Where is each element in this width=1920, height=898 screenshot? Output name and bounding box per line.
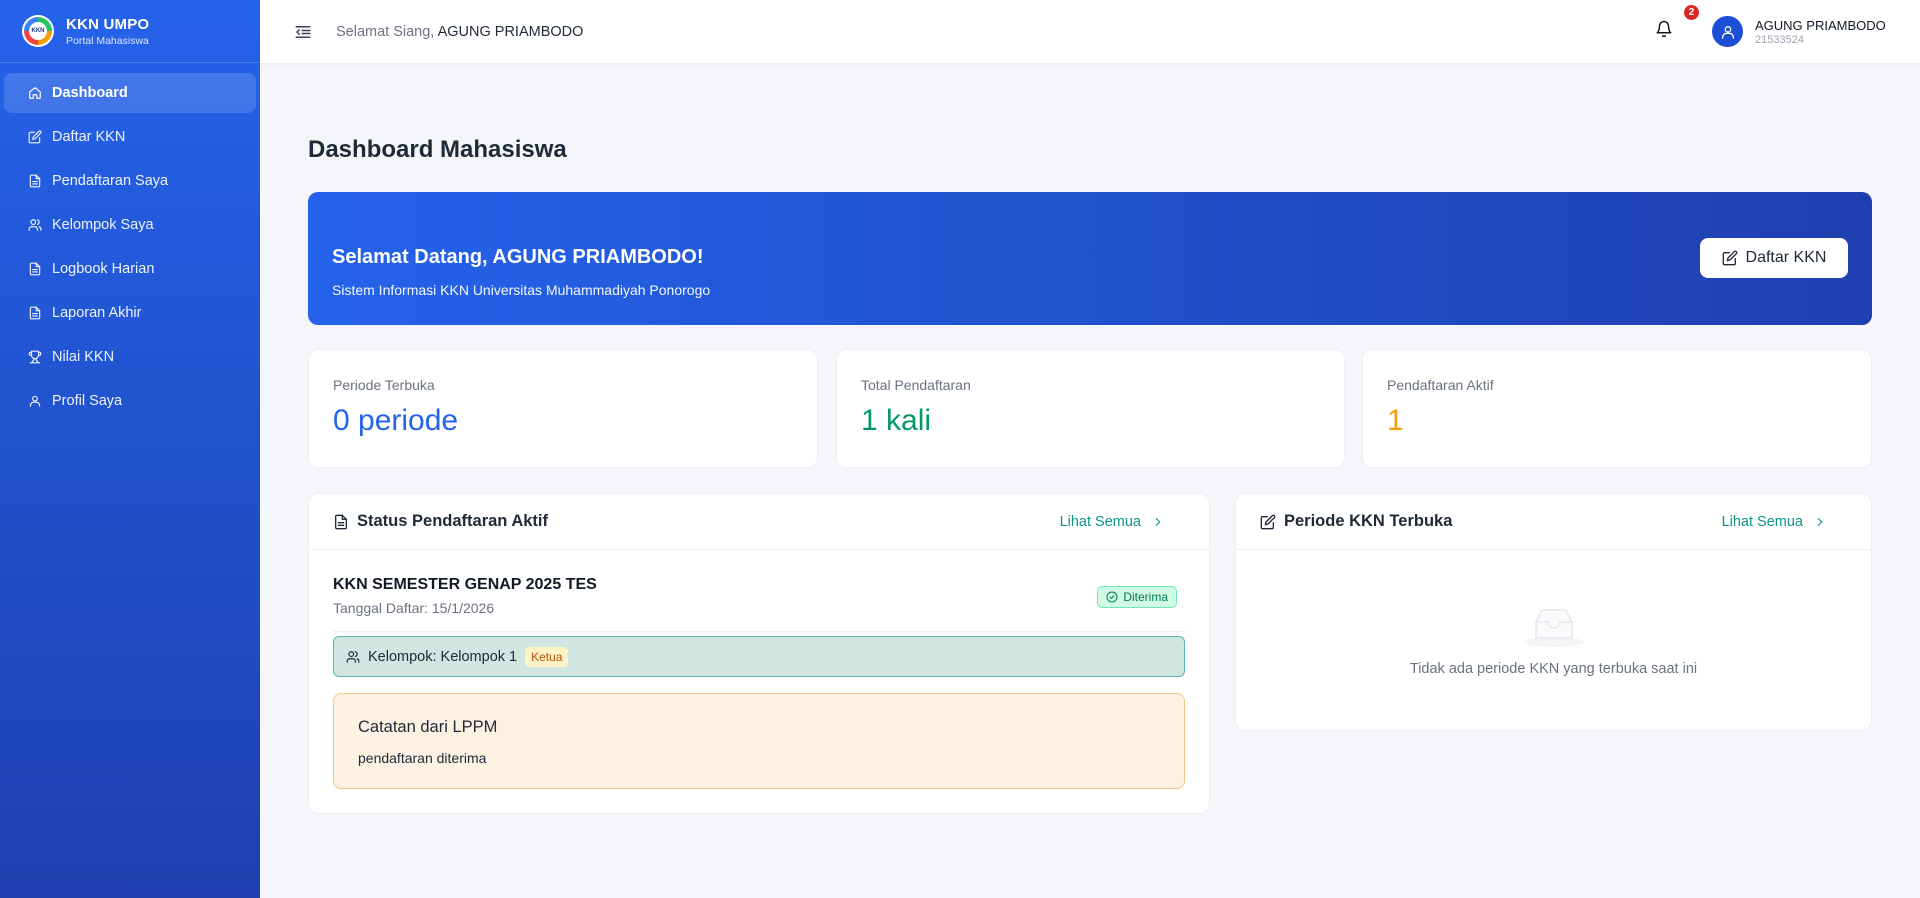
- stat-unit: periode: [358, 404, 459, 437]
- sidebar-item-label: Profil Saya: [52, 393, 123, 409]
- home-icon: [29, 87, 41, 99]
- sidebar-item-label: Daftar KKN: [52, 129, 126, 145]
- stat-label: Total Pendaftaran: [861, 377, 971, 393]
- sidebar-item-logbook-harian[interactable]: Logbook Harian: [4, 249, 256, 289]
- sidebar-item-profil-saya[interactable]: Profil Saya: [4, 381, 256, 421]
- stat-value: 1: [1387, 404, 1404, 438]
- brand-logo-text: KKN: [29, 22, 47, 40]
- brand: KKN KKN UMPO Portal Mahasiswa: [0, 0, 260, 63]
- status-pendaftaran-card: Status Pendaftaran Aktif Lihat Semua KKN…: [308, 493, 1210, 814]
- stat-label: Pendaftaran Aktif: [1387, 377, 1494, 393]
- sidebar-item-label: Nilai KKN: [52, 349, 115, 365]
- users-icon: [28, 219, 42, 231]
- brand-title: KKN UMPO: [66, 15, 150, 33]
- status-badge: Diterima: [1097, 586, 1177, 608]
- sidebar-item-label: Dashboard: [52, 85, 128, 101]
- sidebar-item-label: Pendaftaran Saya: [52, 173, 169, 189]
- stat-number: 1: [861, 404, 878, 437]
- role-tag: Ketua: [525, 646, 569, 667]
- sidebar-item-kelompok-saya[interactable]: Kelompok Saya: [4, 205, 256, 245]
- group-info: Kelompok: Kelompok 1 Ketua: [333, 636, 1185, 677]
- note-title: Catatan dari LPPM: [358, 718, 498, 736]
- chevron-right-icon: [1817, 517, 1823, 527]
- sidebar-item-label: Kelompok Saya: [52, 217, 154, 233]
- user-id: 21533524: [1755, 33, 1804, 46]
- avatar: [1712, 16, 1743, 47]
- registration-date: Tanggal Daftar: 15/1/2026: [333, 600, 495, 616]
- stat-value: 0 periode: [333, 404, 458, 438]
- bell-icon: [1656, 20, 1672, 38]
- see-all-label: Lihat Semua: [1059, 514, 1141, 530]
- card-title: Status Pendaftaran Aktif: [357, 512, 549, 530]
- notification-button[interactable]: [1655, 20, 1677, 42]
- sidebar-item-label: Laporan Akhir: [52, 305, 142, 321]
- stat-card-periode-terbuka: Periode Terbuka 0 periode: [308, 349, 818, 468]
- menu-collapse-icon: [295, 25, 311, 38]
- brand-subtitle: Portal Mahasiswa: [66, 34, 149, 47]
- user-menu[interactable]: AGUNG PRIAMBODO 21533524: [1712, 16, 1886, 47]
- chevron-right-icon: [1155, 517, 1161, 527]
- trophy-icon: [28, 350, 42, 364]
- greeting-name: AGUNG PRIAMBODO: [437, 23, 584, 40]
- user-name: AGUNG PRIAMBODO: [1755, 17, 1886, 33]
- empty-text: Tidak ada periode KKN yang terbuka saat …: [1409, 661, 1698, 677]
- periode-kkn-card: Periode KKN Terbuka Lihat Semua Tidak ad…: [1235, 493, 1872, 731]
- empty-state: Tidak ada periode KKN yang terbuka saat …: [1236, 604, 1871, 677]
- stat-value: 1 kali: [861, 404, 931, 438]
- see-all-label: Lihat Semua: [1721, 514, 1803, 530]
- document-icon: [29, 174, 41, 188]
- sidebar-item-dashboard[interactable]: Dashboard: [4, 73, 256, 113]
- daftar-kkn-button-label: Daftar KKN: [1745, 249, 1827, 266]
- card-title: Periode KKN Terbuka: [1284, 512, 1453, 530]
- welcome-title: Selamat Datang, AGUNG PRIAMBODO!: [332, 246, 704, 268]
- see-all-status-link[interactable]: Lihat Semua: [1060, 514, 1165, 530]
- brand-logo: KKN: [22, 15, 54, 47]
- sidebar-nav: Dashboard Daftar KKN Pendaftaran Saya Ke…: [0, 63, 260, 435]
- welcome-subtitle: Sistem Informasi KKN Universitas Muhamma…: [332, 282, 711, 298]
- stat-unit: kali: [886, 404, 932, 437]
- document-icon: [29, 262, 41, 276]
- sidebar: KKN KKN UMPO Portal Mahasiswa Dashboard …: [0, 0, 260, 898]
- page-title: Dashboard Mahasiswa: [308, 136, 567, 163]
- daftar-kkn-button[interactable]: Daftar KKN: [1700, 238, 1848, 278]
- document-icon: [335, 514, 347, 529]
- top-header: Selamat Siang, AGUNG PRIAMBODO 2 AGUNG P…: [260, 0, 1920, 63]
- stat-number: 1: [1387, 404, 1404, 437]
- empty-inbox-icon: [1523, 609, 1584, 647]
- user-icon: [1721, 25, 1734, 39]
- stat-label: Periode Terbuka: [333, 377, 435, 393]
- greeting-prefix: Selamat Siang,: [336, 23, 438, 40]
- registration-name: KKN SEMESTER GENAP 2025 TES: [333, 576, 597, 593]
- sidebar-item-pendaftaran-saya[interactable]: Pendaftaran Saya: [4, 161, 256, 201]
- divider: [333, 631, 1185, 632]
- group-label: Kelompok: Kelompok 1: [368, 648, 518, 665]
- edit-icon: [28, 130, 42, 144]
- stat-card-pendaftaran-aktif: Pendaftaran Aktif 1: [1362, 349, 1872, 468]
- greeting: Selamat Siang, AGUNG PRIAMBODO: [336, 24, 583, 40]
- notification-count-badge: 2: [1684, 5, 1699, 20]
- welcome-banner: Selamat Datang, AGUNG PRIAMBODO! Sistem …: [308, 192, 1872, 325]
- sidebar-item-laporan-akhir[interactable]: Laporan Akhir: [4, 293, 256, 333]
- sidebar-item-daftar-kkn[interactable]: Daftar KKN: [4, 117, 256, 157]
- lppm-note: Catatan dari LPPM pendaftaran diterima: [333, 693, 1185, 789]
- document-icon: [29, 306, 41, 320]
- sidebar-item-nilai-kkn[interactable]: Nilai KKN: [4, 337, 256, 377]
- user-icon: [29, 395, 41, 407]
- stat-card-total-pendaftaran: Total Pendaftaran 1 kali: [836, 349, 1345, 468]
- edit-icon: [1260, 514, 1276, 529]
- users-icon: [346, 650, 360, 663]
- status-badge-label: Diterima: [1123, 590, 1168, 604]
- sidebar-item-label: Logbook Harian: [52, 261, 155, 277]
- edit-icon: [1722, 250, 1737, 266]
- check-circle-icon: [1106, 591, 1118, 603]
- stat-number: 0: [333, 404, 350, 437]
- menu-toggle-button[interactable]: [292, 21, 314, 43]
- note-text: pendaftaran diterima: [358, 750, 487, 766]
- see-all-period-link[interactable]: Lihat Semua: [1722, 514, 1827, 530]
